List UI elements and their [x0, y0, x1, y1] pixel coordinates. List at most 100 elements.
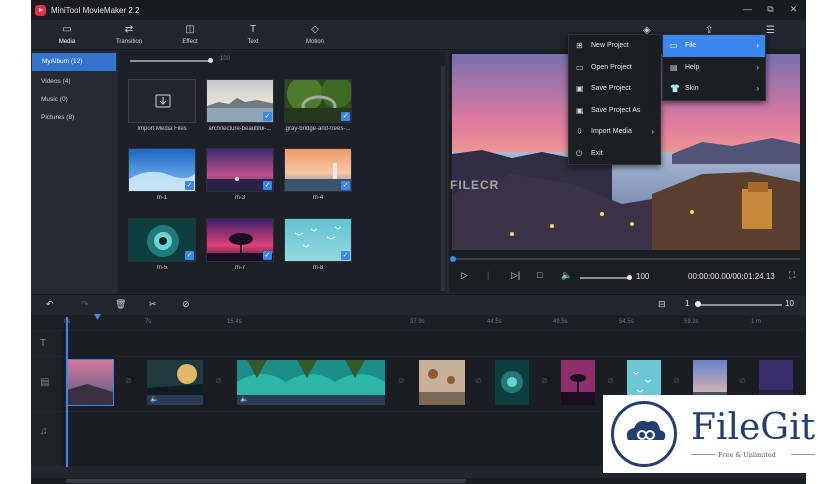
clip-audio-strip[interactable]: 🔈 [237, 395, 385, 405]
checked-icon[interactable]: ✓ [185, 181, 194, 190]
fit-timeline-icon[interactable]: ⊟ [658, 299, 666, 310]
next-frame-icon[interactable]: ▷| [511, 270, 520, 281]
transition-icon[interactable]: ⊘ [607, 376, 614, 385]
timeline-clip[interactable] [419, 360, 465, 405]
filegit-name: FileGit [691, 407, 816, 448]
checked-icon[interactable]: ✓ [263, 181, 272, 190]
clip-audio-strip[interactable]: 🔈 [147, 395, 203, 405]
transition-icon[interactable]: ⊘ [125, 376, 132, 385]
timeline-toolbar: ↶ ↷ 🗑 ✂ ⊘ ⊟ 1 10 [31, 294, 806, 314]
timeline-ruler[interactable]: 0s 7s 15.4s 37.9s 44.5s 49.5s 54.5s 59.3… [31, 315, 806, 330]
checked-icon[interactable]: ✓ [341, 251, 350, 260]
delete-icon[interactable]: 🗑 [115, 299, 126, 310]
volume-knob[interactable] [627, 275, 632, 280]
media-item[interactable]: ✓ gray-bridge-and-trees-... [284, 79, 354, 132]
minimize-button[interactable]: — [741, 3, 754, 16]
close-button[interactable]: ✕ [787, 3, 800, 16]
media-item[interactable]: ✓ m-5 [128, 218, 198, 271]
sidebar-item-myalbum[interactable]: MyAlbum (12) [32, 53, 116, 71]
checked-icon[interactable]: ✓ [263, 112, 272, 121]
thumbnail-zoom-slider[interactable]: 100 [130, 55, 330, 67]
menu-item-import-media[interactable]: ⇩ Import Media › [569, 121, 660, 143]
menu-label: Exit [591, 149, 603, 157]
playback-progress[interactable] [450, 256, 800, 262]
tab-label: Motion [305, 39, 324, 45]
progress-handle[interactable] [450, 256, 456, 262]
menu-icon[interactable]: ☰ [766, 25, 775, 36]
text-track[interactable] [61, 331, 806, 356]
transition-icon[interactable]: ⊘ [673, 376, 680, 385]
checked-icon[interactable]: ✓ [341, 181, 350, 190]
fullscreen-icon[interactable]: ⛶ [789, 270, 795, 281]
tab-label: Media [58, 39, 76, 45]
library-scrollbar[interactable] [441, 66, 445, 291]
media-item-import[interactable]: Import Media Files [128, 79, 198, 132]
exit-icon: ⏻ [576, 148, 583, 158]
redo-icon[interactable]: ↷ [81, 299, 89, 310]
crop-icon[interactable]: ⊘ [182, 299, 190, 310]
media-item[interactable]: ✓ m-4 [284, 148, 354, 201]
volume-slider[interactable] [580, 277, 630, 279]
ruler-tick: 44.5s [487, 319, 502, 325]
tab-effect[interactable]: ◫ Effect [160, 23, 220, 45]
media-item[interactable]: ✓ architecture-beautiful-... [206, 79, 276, 132]
media-item[interactable]: ✓ m-7 [206, 218, 276, 271]
playhead[interactable] [66, 317, 68, 467]
tab-text[interactable]: T Text [223, 23, 283, 45]
save-project-icon: ▣ [576, 84, 584, 93]
undo-icon[interactable]: ↶ [46, 299, 54, 310]
speaker-icon: 🔈 [240, 396, 249, 403]
checked-icon[interactable]: ✓ [185, 251, 194, 260]
transition-icon[interactable]: ⊘ [215, 376, 222, 385]
prev-frame-icon[interactable]: | [487, 270, 489, 280]
menu-item-help[interactable]: ▤ Help › [663, 57, 765, 79]
slider-knob[interactable] [208, 58, 213, 63]
import-icon [155, 94, 171, 108]
menu-item-file[interactable]: ▭ File › [663, 35, 765, 57]
menu-item-exit[interactable]: ⏻ Exit [569, 143, 660, 165]
transition-icon[interactable]: ⊘ [541, 376, 548, 385]
scrollbar-thumb[interactable] [66, 479, 466, 483]
music-track-header: ♫ [31, 412, 61, 466]
restore-button[interactable]: ⧉ [764, 3, 777, 16]
tab-label: Effect [182, 39, 198, 45]
tab-motion[interactable]: ◇ Motion [285, 23, 345, 45]
sidebar-item-music[interactable]: Music (0) [31, 91, 117, 109]
volume-icon[interactable]: 🔈 [561, 270, 572, 281]
menu-item-open-project[interactable]: ▭ Open Project [569, 57, 660, 79]
video-track-header: ▤ [31, 357, 61, 411]
text-icon: T [249, 24, 257, 35]
tab-transition[interactable]: ⇄ Transition [99, 23, 159, 45]
transition-icon[interactable]: ⊘ [475, 376, 482, 385]
chevron-right-icon: › [756, 41, 759, 50]
ruler-tick: 49.5s [553, 319, 568, 325]
transition-icon[interactable]: ⊘ [398, 376, 405, 385]
timeline-zoom-slider[interactable] [697, 304, 782, 306]
media-item[interactable]: ✓ m-8 [284, 218, 354, 271]
media-item[interactable]: ✓ m-1 [128, 148, 198, 201]
text-track-icon: T [40, 338, 47, 349]
timeline-clip[interactable] [495, 360, 529, 405]
menu-item-new-project[interactable]: ⊞ New Project [569, 35, 660, 57]
timeline-scrollbar[interactable] [31, 478, 806, 484]
menu-label: Save Project As [591, 106, 641, 114]
timeline-clip[interactable] [561, 360, 595, 405]
sidebar-item-pictures[interactable]: Pictures (8) [31, 109, 117, 127]
stop-icon[interactable]: □ [537, 270, 542, 280]
play-icon[interactable]: ▷ [461, 270, 468, 281]
media-name: gray-bridge-and-trees-... [285, 126, 351, 132]
media-item[interactable]: ✓ m-3 [206, 148, 276, 201]
menu-item-skin[interactable]: 👕 Skin › [663, 78, 765, 100]
transition-icon[interactable]: ⊘ [739, 376, 746, 385]
split-icon[interactable]: ✂ [149, 299, 157, 310]
timeline-clip[interactable] [66, 359, 114, 406]
menu-item-save-project[interactable]: ▣ Save Project [569, 78, 660, 100]
sidebar-item-videos[interactable]: Videos (4) [31, 73, 117, 91]
menu-item-save-project-as[interactable]: ▣ Save Project As [569, 100, 660, 122]
menu-label: File [685, 42, 697, 49]
zoom-min-label: 1 [685, 299, 690, 308]
tab-media[interactable]: ▭ Media [37, 23, 97, 45]
timeline-zoom-knob[interactable] [695, 301, 701, 307]
checked-icon[interactable]: ✓ [263, 251, 272, 260]
checked-icon[interactable]: ✓ [341, 112, 350, 121]
